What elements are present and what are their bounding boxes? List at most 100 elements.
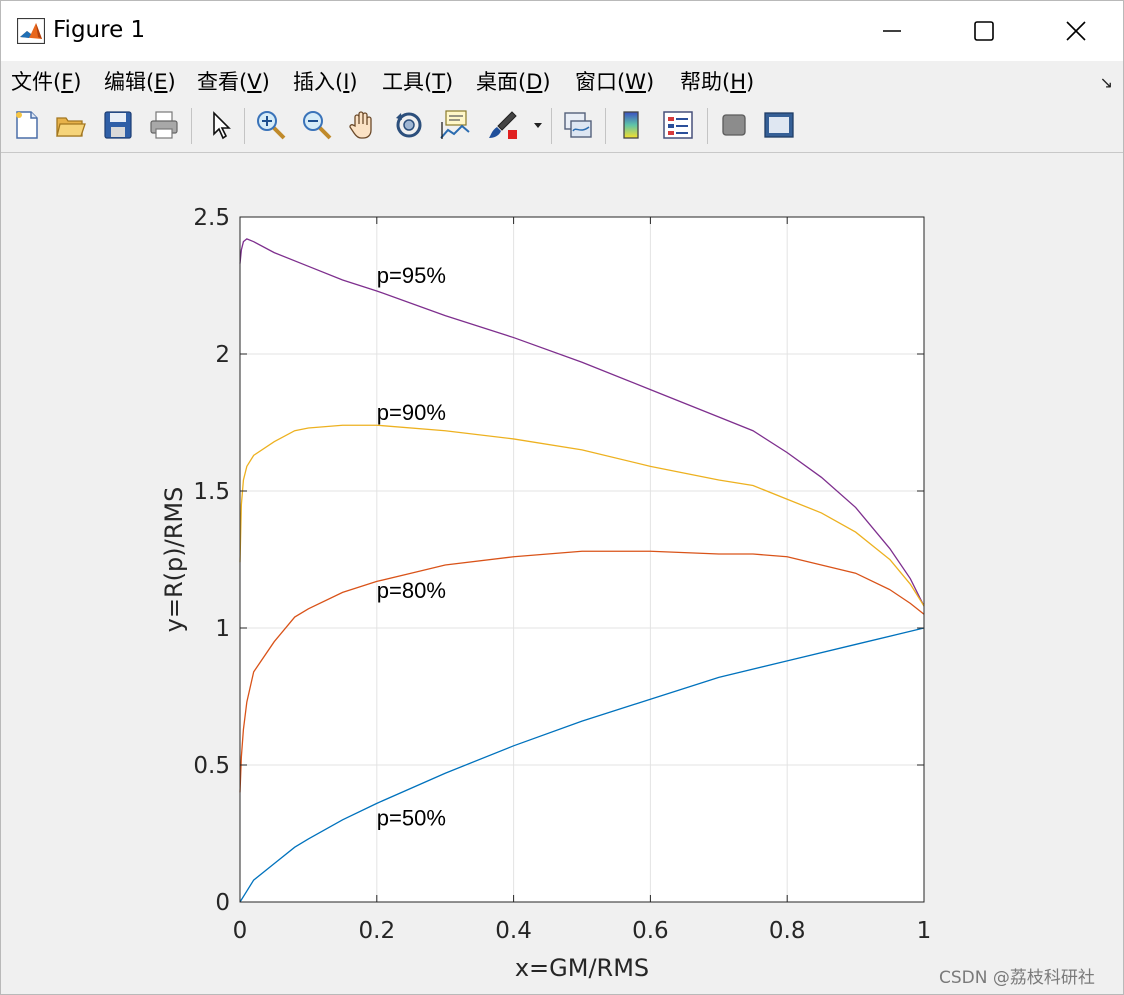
watermark-text: CSDN @荔枝科研社	[939, 968, 1095, 988]
new-figure-button[interactable]	[10, 108, 44, 142]
menu-file-label: 文件(	[11, 70, 62, 94]
rotate-3d-icon	[396, 112, 422, 138]
data-cursor-button[interactable]	[438, 108, 472, 142]
menu-desktop-end: )	[542, 70, 551, 94]
menu-file-key: F	[61, 70, 74, 94]
menu-edit-label: 编辑(	[104, 70, 155, 94]
pan-button[interactable]	[346, 108, 380, 142]
rotate-3d-button[interactable]	[392, 108, 426, 142]
x-tick-label: 0.8	[769, 918, 806, 944]
brush-button[interactable]	[486, 108, 520, 142]
chevron-down-icon	[534, 123, 542, 128]
menu-help[interactable]: 帮助(H)	[680, 66, 754, 96]
show-plot-tools-button[interactable]	[762, 108, 796, 142]
menu-file[interactable]: 文件(F)	[11, 66, 82, 96]
annotation-label: p=95%	[377, 263, 446, 288]
y-tick-label: 1.5	[193, 479, 230, 505]
plot-area	[240, 217, 924, 902]
figure-window: Figure 1 文件(F) 编辑(E) 查看(V) 插入(I) 工具(T) 桌…	[0, 0, 1124, 995]
maximize-button[interactable]	[938, 1, 1030, 61]
menu-bar: 文件(F) 编辑(E) 查看(V) 插入(I) 工具(T) 桌面(D) 窗口(W…	[1, 61, 1123, 99]
y-axis-label: y=R(p)/RMS	[160, 487, 188, 633]
toolbar-separator	[707, 108, 708, 144]
zoom-in-icon	[257, 111, 286, 140]
toolbar-separator	[605, 108, 606, 144]
insert-legend-button[interactable]	[661, 108, 695, 142]
menu-edit[interactable]: 编辑(E)	[104, 66, 176, 96]
menu-tools-label: 工具(	[382, 70, 433, 94]
toolbar-separator	[244, 108, 245, 144]
menu-file-end: )	[73, 70, 82, 94]
x-tick-label: 0	[233, 918, 248, 944]
print-button[interactable]	[147, 108, 181, 142]
annotation-label: p=50%	[377, 805, 446, 830]
menu-tools-key: T	[432, 70, 446, 94]
dock-figure-icon[interactable]: ↘	[1100, 73, 1113, 92]
x-tick-label: 0.6	[632, 918, 669, 944]
window-title: Figure 1	[53, 17, 146, 43]
insert-colorbar-button[interactable]	[615, 108, 649, 142]
menu-view[interactable]: 查看(V)	[197, 66, 270, 96]
menu-edit-key: E	[154, 70, 168, 94]
link-plot-icon	[564, 112, 592, 138]
menu-help-end: )	[746, 70, 755, 94]
menu-edit-end: )	[167, 70, 176, 94]
menu-help-label: 帮助(	[680, 70, 731, 94]
zoom-in-button[interactable]	[254, 108, 288, 142]
minimize-icon	[883, 30, 901, 32]
link-plot-button[interactable]	[561, 108, 595, 142]
x-tick-label: 1	[917, 918, 932, 944]
y-tick-label: 0.5	[193, 753, 230, 779]
new-figure-icon	[16, 111, 38, 139]
menu-desktop-key: D	[526, 70, 543, 94]
show-plot-tools-icon	[764, 112, 794, 138]
menu-window-key: W	[625, 70, 646, 94]
y-tick-label: 2.5	[193, 205, 230, 231]
open-file-button[interactable]	[54, 108, 88, 142]
menu-view-end: )	[261, 70, 270, 94]
colorbar-icon	[623, 111, 639, 139]
menu-view-label: 查看(	[197, 70, 248, 94]
menu-desktop[interactable]: 桌面(D)	[476, 66, 551, 96]
menu-insert[interactable]: 插入(I)	[293, 66, 358, 96]
matlab-app-icon	[17, 18, 45, 44]
figure-toolbar	[1, 100, 1123, 153]
print-icon	[150, 111, 178, 139]
menu-insert-label: 插入(	[293, 70, 344, 94]
menu-window-label: 窗口(	[575, 70, 626, 94]
maximize-icon	[974, 21, 994, 41]
plot-canvas: 0 0.2 0.4 0.6 0.8 1 0 0.5 1 1.5 2 2.5 x=GM/RMS y=R(p)…	[160, 205, 932, 982]
x-tick-label: 0.4	[495, 918, 532, 944]
title-bar[interactable]: Figure 1	[1, 1, 1123, 61]
menu-window[interactable]: 窗口(W)	[575, 66, 654, 96]
menu-window-end: )	[645, 70, 655, 94]
menu-view-key: V	[247, 70, 262, 94]
y-tick-label: 1	[215, 616, 230, 642]
save-button[interactable]	[101, 108, 135, 142]
edit-plot-button[interactable]	[203, 108, 237, 142]
pan-hand-icon	[349, 111, 372, 139]
brush-dropdown[interactable]	[531, 108, 545, 142]
figure-canvas: 0 0.2 0.4 0.6 0.8 1 0 0.5 1 1.5 2 2.5 x=GM/RMS y=R(p)…	[1, 153, 1123, 994]
y-tick-label: 2	[215, 342, 230, 368]
x-tick-label: 0.2	[359, 918, 396, 944]
hide-plot-tools-icon	[722, 114, 746, 136]
menu-insert-end: )	[349, 70, 358, 94]
brush-icon	[489, 111, 517, 139]
menu-tools[interactable]: 工具(T)	[382, 66, 453, 96]
minimize-button[interactable]	[846, 1, 938, 61]
pointer-icon	[213, 111, 231, 140]
toolbar-separator	[551, 108, 552, 144]
toolbar-separator	[191, 108, 192, 144]
hide-plot-tools-button[interactable]	[717, 108, 751, 142]
data-cursor-icon	[440, 110, 470, 139]
y-tick-label: 0	[215, 890, 230, 916]
close-button[interactable]	[1030, 1, 1122, 61]
x-axis-label: x=GM/RMS	[515, 954, 649, 982]
menu-tools-end: )	[445, 70, 454, 94]
menu-help-key: H	[730, 70, 746, 94]
zoom-out-button[interactable]	[300, 108, 334, 142]
close-icon	[1066, 21, 1086, 41]
legend-icon	[663, 111, 693, 139]
save-icon	[104, 111, 132, 139]
